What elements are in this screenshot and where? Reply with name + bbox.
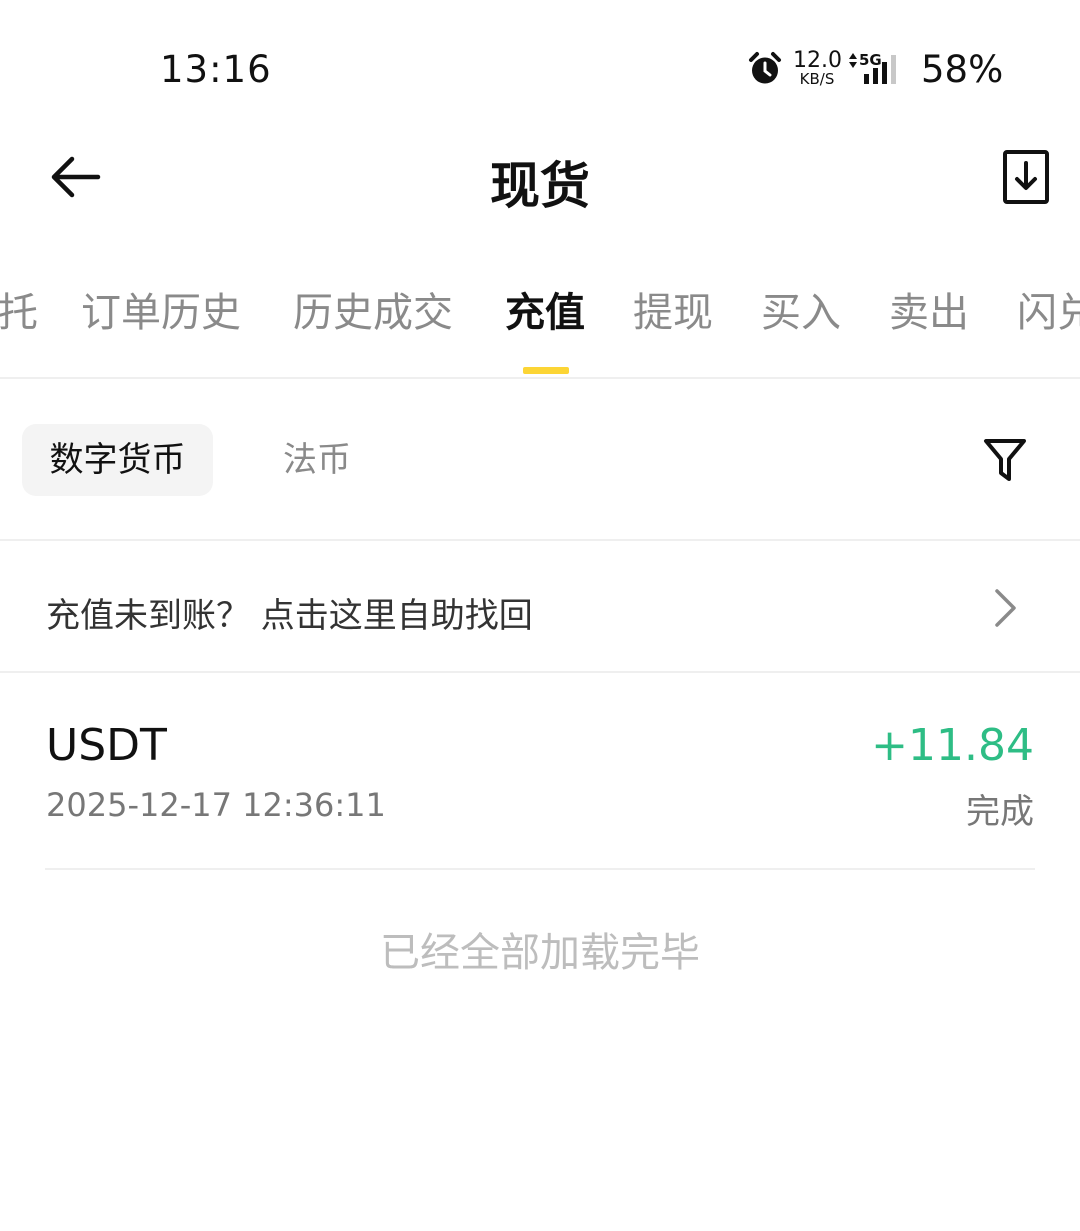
- tab-bar: 托 订单历史 历史成交 充值 提现 买入 卖出 闪兑: [0, 280, 1080, 342]
- battery-level: 58%: [921, 48, 1004, 91]
- record-amount: +11.84: [871, 720, 1034, 771]
- network-speed: 12.0 KB/S: [793, 48, 842, 88]
- tab-order-history[interactable]: 订单历史: [81, 280, 241, 338]
- network-type-label: 5G: [859, 51, 882, 69]
- filter-fiat-chip[interactable]: 法币: [283, 424, 351, 496]
- tab-convert[interactable]: 闪兑: [1017, 280, 1080, 338]
- record-datetime: 2025-12-17 12:36:11: [46, 786, 386, 824]
- signal-icon: 5G: [849, 51, 896, 84]
- tab-deposit[interactable]: 充值: [505, 280, 585, 338]
- network-speed-unit: KB/S: [799, 70, 835, 88]
- help-divider: [0, 671, 1080, 673]
- alarm-icon: [749, 52, 781, 84]
- tab-buy[interactable]: 买入: [761, 280, 841, 338]
- chevron-right-icon[interactable]: [990, 586, 1020, 630]
- tabs-divider: [0, 377, 1080, 379]
- page-title: 现货: [490, 157, 590, 215]
- network-speed-value: 12.0: [793, 48, 842, 73]
- tab-entrust[interactable]: 托: [0, 280, 38, 338]
- tab-trade-history[interactable]: 历史成交: [293, 280, 453, 338]
- list-end-note: 已经全部加载完毕: [380, 930, 700, 976]
- filter-crypto-chip[interactable]: 数字货币: [22, 424, 213, 496]
- filter-divider: [0, 539, 1080, 541]
- status-time: 13:16: [160, 48, 272, 91]
- active-tab-indicator: [523, 367, 569, 374]
- download-icon[interactable]: [1002, 149, 1050, 205]
- tab-sell[interactable]: 卖出: [889, 280, 969, 338]
- deposit-help-link[interactable]: 充值未到账？ 点击这里自助找回: [46, 588, 533, 637]
- record-asset: USDT: [46, 720, 167, 771]
- filter-icon[interactable]: [982, 436, 1028, 484]
- tab-withdraw[interactable]: 提现: [633, 280, 713, 338]
- record-divider: [45, 868, 1035, 870]
- record-status: 完成: [966, 792, 1034, 832]
- back-arrow-icon[interactable]: [48, 152, 102, 202]
